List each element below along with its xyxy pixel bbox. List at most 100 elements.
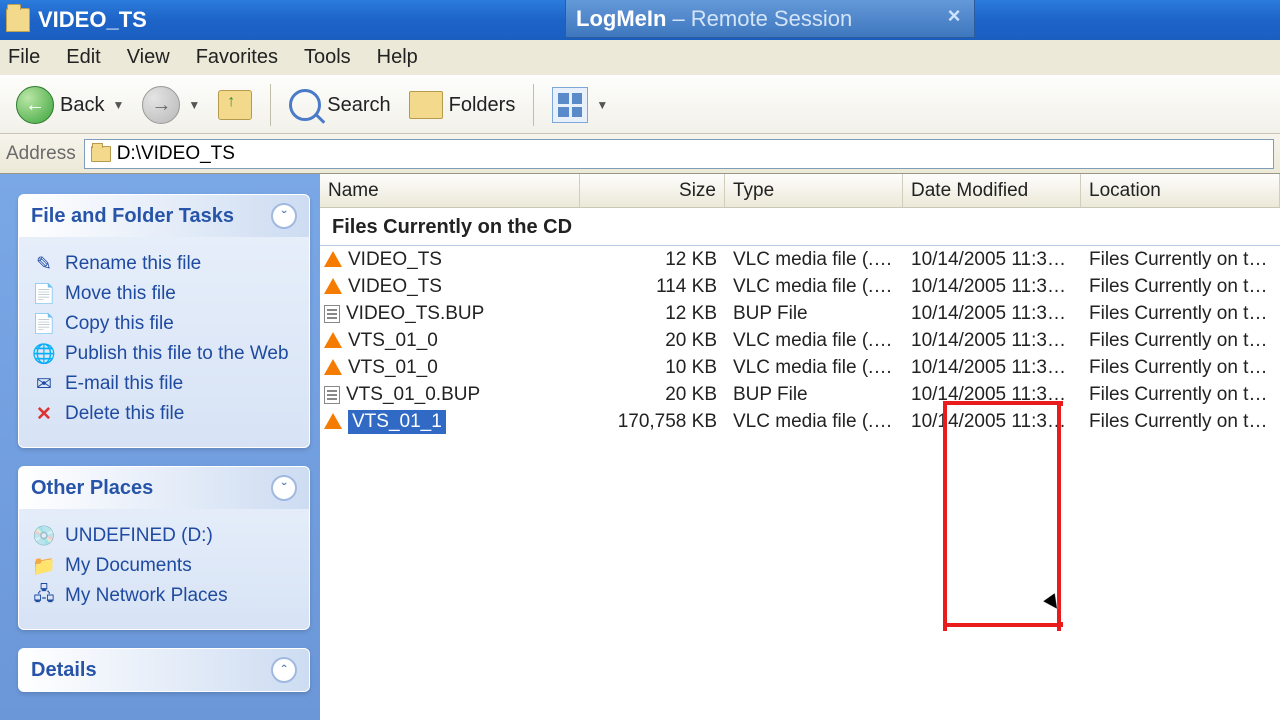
file-size-cell: 10 KB xyxy=(580,357,725,379)
task-label: E-mail this file xyxy=(65,373,183,395)
file-name: VTS_01_0 xyxy=(348,357,438,379)
collapse-icon[interactable]: ˇ xyxy=(271,203,297,229)
file-location-cell: Files Currently on t… xyxy=(1081,303,1280,325)
file-type-cell: VLC media file (.ifo) xyxy=(725,249,903,271)
places-panel-body: 💿UNDEFINED (D:) 📁My Documents 🖧 My Networ… xyxy=(19,509,309,629)
col-date[interactable]: Date Modified xyxy=(903,174,1081,207)
file-row[interactable]: VIDEO_TS.BUP12 KBBUP File10/14/2005 11:3… xyxy=(320,300,1280,327)
task-copy[interactable]: 📄 Copy this file xyxy=(33,313,295,335)
file-date-cell: 10/14/2005 11:34 AM xyxy=(903,303,1081,325)
back-dropdown-icon[interactable]: ▼ xyxy=(112,98,124,112)
up-button[interactable] xyxy=(212,86,258,124)
address-input[interactable] xyxy=(117,143,1267,165)
task-publish[interactable]: 🌐Publish this file to the Web xyxy=(33,343,295,365)
details-panel-header[interactable]: Details ˆ xyxy=(19,649,309,691)
forward-button[interactable]: → ▼ xyxy=(136,82,206,128)
search-button[interactable]: Search xyxy=(283,85,396,125)
col-type[interactable]: Type xyxy=(725,174,903,207)
copy-icon: 📄 xyxy=(33,313,55,335)
menu-help[interactable]: Help xyxy=(377,46,418,69)
forward-dropdown-icon[interactable]: ▼ xyxy=(188,98,200,112)
file-row[interactable]: VTS_01_1170,758 KBVLC media file (.vob)1… xyxy=(320,408,1280,435)
search-label: Search xyxy=(327,94,390,117)
place-mydocs[interactable]: 📁My Documents xyxy=(33,555,295,577)
logmein-banner[interactable]: LogMeIn – Remote Session × xyxy=(565,0,975,38)
file-location-cell: Files Currently on t… xyxy=(1081,249,1280,271)
logmein-close-button[interactable]: × xyxy=(940,2,968,30)
view-button[interactable]: ▼ xyxy=(546,83,614,127)
bup-file-icon xyxy=(324,386,340,404)
file-size-cell: 114 KB xyxy=(580,276,725,298)
file-rows: VIDEO_TS12 KBVLC media file (.ifo)10/14/… xyxy=(320,246,1280,435)
task-email[interactable]: ✉ E-mail this file xyxy=(33,373,295,395)
file-size-cell: 12 KB xyxy=(580,303,725,325)
place-label: My Network Places xyxy=(65,585,228,607)
annotation-box xyxy=(943,622,1063,627)
network-icon: 🖧 xyxy=(33,585,55,607)
task-move[interactable]: 📄Move this file xyxy=(33,283,295,305)
place-network[interactable]: 🖧 My Network Places xyxy=(33,585,295,607)
details-panel: Details ˆ xyxy=(18,648,310,692)
menu-edit[interactable]: Edit xyxy=(66,46,100,69)
logmein-subtitle: – Remote Session xyxy=(672,6,852,32)
menu-file[interactable]: File xyxy=(8,46,40,69)
task-label: Move this file xyxy=(65,283,176,305)
menu-bar: File Edit View Favorites Tools Help xyxy=(0,40,1280,76)
menu-tools[interactable]: Tools xyxy=(304,46,351,69)
expand-icon[interactable]: ˆ xyxy=(271,657,297,683)
task-label: Delete this file xyxy=(65,403,184,425)
file-location-cell: Files Currently on t… xyxy=(1081,411,1280,433)
toolbar-separator xyxy=(270,84,271,126)
file-type-cell: BUP File xyxy=(725,303,903,325)
column-headers: Name Size Type Date Modified Location xyxy=(320,174,1280,208)
tasks-panel-body: ✎Rename this file 📄Move this file 📄 Copy … xyxy=(19,237,309,447)
col-size[interactable]: Size xyxy=(580,174,725,207)
file-row[interactable]: VTS_01_0.BUP20 KBBUP File10/14/2005 11:3… xyxy=(320,381,1280,408)
place-drive[interactable]: 💿UNDEFINED (D:) xyxy=(33,525,295,547)
address-field[interactable] xyxy=(84,139,1274,169)
col-name[interactable]: Name xyxy=(320,174,580,207)
file-row[interactable]: VTS_01_020 KBVLC media file (.ifo)10/14/… xyxy=(320,327,1280,354)
file-name: VTS_01_0 xyxy=(348,330,438,352)
address-bar: Address xyxy=(0,134,1280,174)
file-location-cell: Files Currently on t… xyxy=(1081,276,1280,298)
places-panel-title: Other Places xyxy=(31,477,153,500)
folders-button[interactable]: Folders xyxy=(403,87,522,123)
title-bar: VIDEO_TS LogMeIn – Remote Session × xyxy=(0,0,1280,40)
file-row[interactable]: VIDEO_TS12 KBVLC media file (.ifo)10/14/… xyxy=(320,246,1280,273)
menu-favorites[interactable]: Favorites xyxy=(196,46,278,69)
file-row[interactable]: VTS_01_010 KBVLC media file (.vob)10/14/… xyxy=(320,354,1280,381)
view-dropdown-icon[interactable]: ▼ xyxy=(596,98,608,112)
file-name: VTS_01_0.BUP xyxy=(346,384,480,406)
vlc-icon xyxy=(324,359,342,375)
collapse-icon[interactable]: ˇ xyxy=(271,475,297,501)
tasks-panel-header[interactable]: File and Folder Tasks ˇ xyxy=(19,195,309,237)
col-location[interactable]: Location xyxy=(1081,174,1280,207)
file-type-cell: VLC media file (.vob) xyxy=(725,276,903,298)
file-row[interactable]: VIDEO_TS114 KBVLC media file (.vob)10/14… xyxy=(320,273,1280,300)
back-button[interactable]: ← Back ▼ xyxy=(10,82,130,128)
bup-file-icon xyxy=(324,305,340,323)
file-size-cell: 20 KB xyxy=(580,330,725,352)
mail-icon: ✉ xyxy=(33,373,55,395)
file-name: VIDEO_TS xyxy=(348,249,442,271)
file-size-cell: 12 KB xyxy=(580,249,725,271)
places-panel-header[interactable]: Other Places ˇ xyxy=(19,467,309,509)
file-name-cell: VIDEO_TS.BUP xyxy=(320,303,580,325)
vlc-icon xyxy=(324,332,342,348)
vlc-icon xyxy=(324,278,342,294)
forward-arrow-icon: → xyxy=(142,86,180,124)
file-name-cell: VIDEO_TS xyxy=(320,249,580,271)
task-delete[interactable]: ✕Delete this file xyxy=(33,403,295,425)
file-size-cell: 170,758 KB xyxy=(580,411,725,433)
task-label: Copy this file xyxy=(65,313,174,335)
folders-label: Folders xyxy=(449,94,516,117)
search-icon xyxy=(289,89,321,121)
cursor-icon xyxy=(1043,593,1062,612)
file-date-cell: 10/14/2005 11:33 AM xyxy=(903,276,1081,298)
place-label: My Documents xyxy=(65,555,192,577)
menu-view[interactable]: View xyxy=(127,46,170,69)
task-rename[interactable]: ✎Rename this file xyxy=(33,253,295,275)
window-title: VIDEO_TS xyxy=(38,7,147,33)
back-label: Back xyxy=(60,94,104,117)
